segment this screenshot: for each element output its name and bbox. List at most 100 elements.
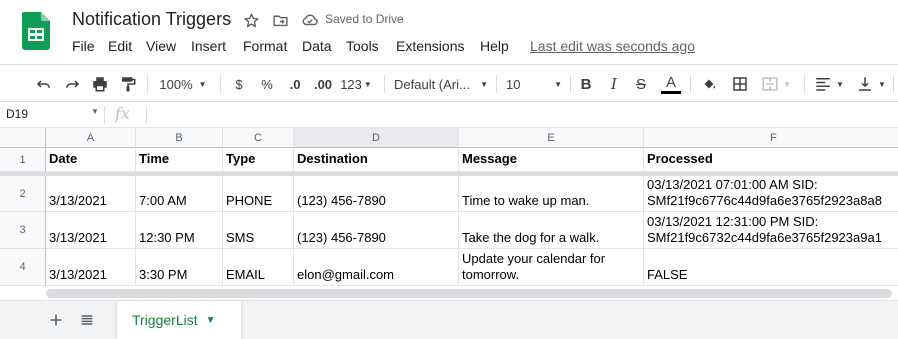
font-size-select[interactable]: 10 ▼ [506,72,562,96]
cell-type[interactable]: PHONE [223,176,294,212]
cell-message[interactable]: Update your calendar for tomorrow. [459,249,644,286]
column-header-f[interactable]: F [644,128,898,148]
cloud-saved-icon[interactable] [300,10,320,30]
document-title[interactable]: Notification Triggers [72,9,231,30]
menu-file[interactable]: File [72,38,95,54]
text-color-button[interactable]: A [660,72,682,96]
text-color-swatch [661,90,681,94]
cell-message[interactable]: Take the dog for a walk. [459,212,644,249]
increase-decimal-button[interactable]: .00 [310,72,336,96]
chevron-down-icon: ▼ [198,79,207,89]
cell-date[interactable]: 3/13/2021 [46,249,136,286]
borders-icon[interactable] [729,72,751,96]
toolbar: 100% ▼ $ % .0 .00 123 ▼ Default (Ari... … [0,64,898,102]
chevron-down-icon: ▼ [878,79,886,89]
save-status: Saved to Drive [325,12,404,26]
row-header-2[interactable]: 2 [0,176,46,212]
menu-insert[interactable]: Insert [191,38,226,54]
decrease-decimal-button[interactable]: .0 [284,72,306,96]
add-sheet-icon[interactable] [46,310,66,330]
cell-type[interactable]: EMAIL [223,249,294,286]
toolbar-divider [384,75,385,93]
cell-destination[interactable]: elon@gmail.com [294,249,459,286]
fill-color-icon[interactable] [698,72,720,96]
redo-icon[interactable] [61,72,83,96]
last-edit-link[interactable]: Last edit was seconds ago [530,38,695,54]
all-sheets-icon[interactable] [77,310,97,330]
more-formats-button[interactable]: 123 ▼ [339,72,373,96]
zoom-value: 100% [159,76,193,92]
chevron-down-icon[interactable]: ▼ [206,315,216,326]
horizontal-align-icon[interactable]: ▼ [812,72,846,96]
header-cell-date[interactable]: Date [46,148,136,172]
row-header-3[interactable]: 3 [0,212,46,249]
toolbar-divider [893,75,894,93]
italic-button[interactable]: I [605,72,623,96]
header-cell-type[interactable]: Type [223,148,294,172]
header-cell-processed[interactable]: Processed [644,148,898,172]
cell-message[interactable]: Time to wake up man. [459,176,644,212]
menu-help[interactable]: Help [480,38,509,54]
menu-data[interactable]: Data [302,38,332,54]
row-header-4[interactable]: 4 [0,249,46,286]
font-select[interactable]: Default (Ari... ▼ [394,72,488,96]
cell-time[interactable]: 7:00 AM [136,176,223,212]
chevron-down-icon: ▼ [554,79,562,89]
chevron-down-icon[interactable]: ▼ [91,107,99,116]
column-header-d[interactable]: D [294,128,459,148]
cell-date[interactable]: 3/13/2021 [46,176,136,212]
move-to-folder-icon[interactable] [270,10,290,30]
cell-processed[interactable]: 03/13/2021 12:31:00 PM SID: SMf21f9c6732… [644,212,898,249]
sheet-tab-triggerlist[interactable]: TriggerList ▼ [117,301,241,339]
bold-button[interactable]: B [577,72,595,96]
format-currency-button[interactable]: $ [230,72,248,96]
cell-time[interactable]: 3:30 PM [136,249,223,286]
font-size-value: 10 [506,76,521,92]
chevron-down-icon: ▼ [836,79,844,89]
paint-format-icon[interactable] [117,72,139,96]
cell-time[interactable]: 12:30 PM [136,212,223,249]
formula-divider [104,106,105,124]
strikethrough-button[interactable]: S [632,72,650,96]
format-percent-button[interactable]: % [258,72,276,96]
menu-edit[interactable]: Edit [108,38,132,54]
horizontal-scrollbar[interactable] [46,289,892,298]
cell-processed[interactable]: 03/13/2021 07:01:00 AM SID: SMf21f9c6776… [644,176,898,212]
text-color-icon: A [665,73,676,91]
column-header-c[interactable]: C [223,128,294,148]
menu-format[interactable]: Format [243,38,287,54]
undo-icon[interactable] [33,72,55,96]
toolbar-divider [220,75,221,93]
fx-icon: fx [115,104,130,123]
chevron-down-icon: ▼ [783,79,791,89]
header-cell-destination[interactable]: Destination [294,148,459,172]
menu-view[interactable]: View [146,38,176,54]
more-formats-label: 123 [340,76,362,92]
sheets-logo-icon[interactable] [22,12,50,50]
menu-extensions[interactable]: Extensions [396,38,464,54]
formula-input[interactable] [154,107,884,123]
header-cell-message[interactable]: Message [459,148,644,172]
chevron-down-icon: ▼ [480,79,488,89]
cell-date[interactable]: 3/13/2021 [46,212,136,249]
row-header-1[interactable]: 1 [0,148,46,172]
menu-tools[interactable]: Tools [346,38,379,54]
zoom-select[interactable]: 100% ▼ [158,72,208,96]
column-header-e[interactable]: E [459,128,644,148]
header-cell-time[interactable]: Time [136,148,223,172]
star-icon[interactable] [241,10,261,30]
column-header-b[interactable]: B [136,128,223,148]
cell-destination[interactable]: (123) 456-7890 [294,212,459,249]
cell-type[interactable]: SMS [223,212,294,249]
column-header-a[interactable]: A [46,128,136,148]
sheet-tabs-bar: TriggerList ▼ [0,300,898,339]
formula-bar: D19 ▼ fx [0,102,898,128]
cell-processed[interactable]: FALSE [644,249,898,286]
merge-cells-icon[interactable]: ▼ [758,72,794,96]
toolbar-divider [570,75,571,93]
name-box[interactable]: D19 [6,107,28,121]
vertical-align-icon[interactable]: ▼ [854,72,888,96]
print-icon[interactable] [89,72,111,96]
cell-destination[interactable]: (123) 456-7890 [294,176,459,212]
select-all-corner[interactable] [0,128,46,148]
